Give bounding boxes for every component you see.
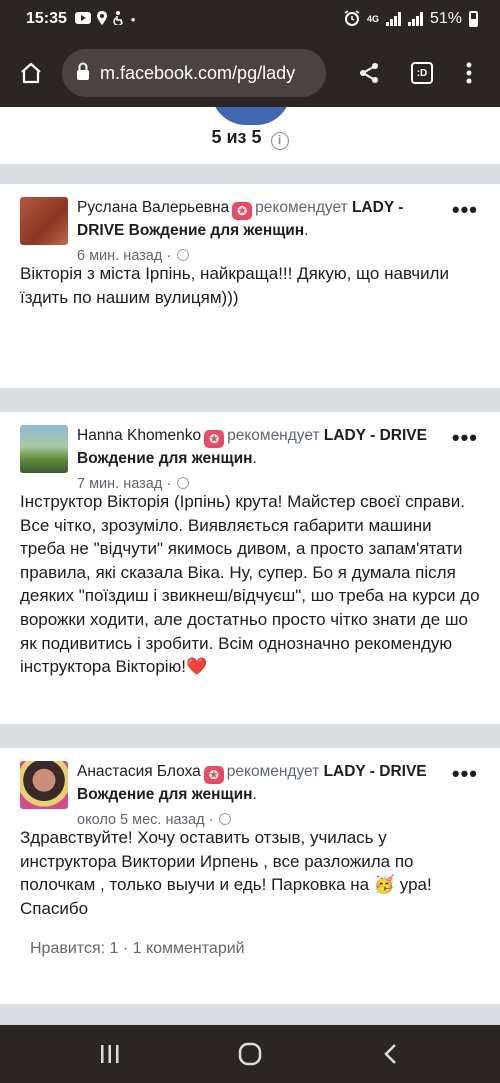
info-icon[interactable]: i [270,132,289,150]
post-text: Інструктор Вікторія (Ірпінь) крута! Майс… [20,492,480,677]
recommends-label: рекомендует [226,763,320,780]
divider [0,724,500,748]
recent-apps-icon [101,1045,119,1063]
review-post: Руслана Валерьевна ✪ рекомендует LADY - DR… [0,184,500,388]
recommend-badge-icon: ✪ [203,766,224,784]
alarm-icon [344,9,360,29]
post-text: Здравствуйте! Хочу оставить отзыв, учила… [20,828,414,895]
recommends-label: рекомендует [227,427,320,444]
divider [0,164,500,184]
post-time[interactable]: 6 мин. назад [77,248,162,264]
page-content: 5 из 5 i Руслана Валерьевна ✪ рекомендует … [0,107,500,1025]
battery-icon [469,11,478,27]
home-circle-icon [238,1042,262,1066]
review-post: Hanna Khomenko ✪ рекомендует LADY - DRIVE … [0,412,500,724]
recommend-badge-icon: ✪ [204,430,225,448]
post-text: Вікторія з міста Ірпінь, найкраща!!! Дяк… [20,264,449,307]
author-name[interactable]: Анастасия Блоха [77,763,201,780]
system-nav-bar [0,1025,500,1083]
home-nav-button[interactable] [220,1025,280,1083]
recommend-badge-icon: ✪ [232,202,253,220]
heart-emoji: ❤️ [186,657,208,677]
tabs-button[interactable]: :D [400,44,444,102]
share-icon [360,63,378,83]
review-post: Анастасия Блоха ✪ рекомендует LADY - DRIVE… [0,748,500,1004]
avatar[interactable] [20,197,68,245]
globe-icon [177,249,190,261]
rating-circle [211,107,291,125]
avatar[interactable] [20,761,68,809]
accessibility-icon [113,10,125,28]
youtube-icon [74,11,91,27]
more-vert-icon [466,62,472,84]
network-type: 4G [366,14,379,24]
dot-icon: • [130,11,136,27]
share-button[interactable] [338,44,400,102]
address-field[interactable]: m.facebook.com/pg/lady [62,49,326,97]
globe-icon [219,813,232,825]
status-time: 15:35 [26,10,67,27]
party-emoji: 🥳 [373,875,396,895]
url-text: m.facebook.com/pg/lady [100,62,296,83]
status-bar: 15:35 • 4G 51% [0,0,500,38]
avatar[interactable] [20,425,68,473]
author-name[interactable]: Руслана Валерьевна [77,199,229,216]
reactions-summary[interactable]: Нравится: 1 · 1 комментарий [20,920,480,976]
url-bar: m.facebook.com/pg/lady :D [0,44,500,102]
rating-card: 5 из 5 i [0,107,500,164]
tabs-icon: :D [411,62,433,84]
more-options-icon[interactable]: ••• [452,761,478,787]
divider [0,388,500,412]
back-chevron-icon [384,1044,396,1064]
more-options-icon[interactable]: ••• [452,197,478,223]
rating-text: 5 из 5 [211,127,262,147]
back-button[interactable] [360,1025,420,1083]
signal-icon [385,12,401,26]
globe-icon [177,477,190,489]
more-options-icon[interactable]: ••• [452,425,478,451]
browser-chrome: 15:35 • 4G 51% m.facebook.com/pg/lady:D [0,0,500,107]
battery-percent: 51% [429,10,462,27]
signal-icon-2 [407,12,423,26]
post-time[interactable]: 7 мин. назад [77,476,162,492]
home-icon [21,62,41,84]
author-name[interactable]: Hanna Khomenko [77,427,201,444]
recent-apps-button[interactable] [80,1025,140,1083]
divider [0,1004,500,1025]
recommends-label: рекомендует [255,199,348,216]
location-icon [96,10,107,28]
menu-button[interactable] [444,44,494,102]
home-button[interactable] [0,44,62,102]
post-time[interactable]: около 5 мес. назад [77,812,205,828]
lock-icon [76,62,90,85]
